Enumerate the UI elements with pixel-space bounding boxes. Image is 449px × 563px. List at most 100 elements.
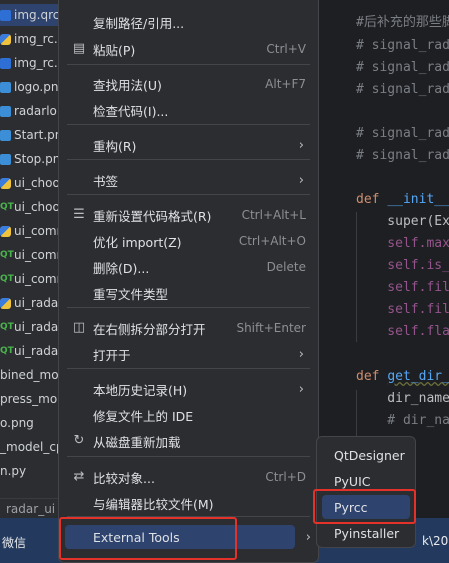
project-file-item[interactable]: o.png xyxy=(0,412,60,434)
menu-item[interactable]: 查找用法(U) Alt+F7 xyxy=(59,72,318,96)
project-file-item[interactable]: QT ui_choo xyxy=(0,196,60,218)
project-file-item[interactable]: QT ui_comr xyxy=(0,244,60,266)
menu-item[interactable]: ☰ 重新设置代码格式(R) Ctrl+Alt+L xyxy=(59,203,318,227)
menu-item[interactable]: 与编辑器比较文件(M) xyxy=(59,491,318,515)
menu-item[interactable]: 检查代码(I)... xyxy=(59,98,318,122)
project-file-item[interactable]: ui_choo xyxy=(0,172,60,194)
project-file-item[interactable]: bined_mo xyxy=(0,364,60,386)
menu-item-shortcut: Ctrl+Alt+L xyxy=(241,208,306,222)
project-file-item[interactable]: QT ui_radar xyxy=(0,340,60,362)
project-file-item[interactable]: Stop.pn xyxy=(0,148,60,170)
menu-separator xyxy=(67,64,310,65)
code-line: def __init__ xyxy=(356,189,449,211)
menu-separator xyxy=(67,456,310,457)
menu-item-label: 检查代码(I)... xyxy=(93,103,169,119)
qt-ui-file-icon: QT xyxy=(0,321,14,332)
code-line: self.is_ xyxy=(356,258,449,273)
project-file-label: _model_cp xyxy=(0,440,60,454)
reformat-icon: ☰ xyxy=(73,207,85,222)
project-file-item[interactable]: n.py xyxy=(0,460,60,482)
project-file-label: img.qrc xyxy=(14,8,60,22)
qt-ui-file-icon: QT xyxy=(0,249,14,260)
menu-separator xyxy=(67,307,310,308)
qt-ui-file-icon: QT xyxy=(0,345,14,356)
qrc-file-icon xyxy=(0,9,11,21)
menu-separator xyxy=(67,368,310,369)
taskbar-path-label: k\20 xyxy=(422,534,449,548)
project-file-item[interactable]: img_rc.s xyxy=(0,52,60,74)
code-line: self.fil xyxy=(356,280,449,295)
project-file-label: ui_radar xyxy=(14,344,60,358)
split-right-icon: ◫ xyxy=(72,320,86,335)
menu-item[interactable]: ◫ 在右侧拆分部分打开 Shift+Enter xyxy=(59,316,318,340)
paste-icon: ▤ xyxy=(72,41,86,56)
submenu-item-label: QtDesigner xyxy=(334,447,405,463)
menu-item-label: 粘贴(P) xyxy=(93,42,136,58)
project-file-item[interactable]: Start.pn xyxy=(0,124,60,146)
menu-item[interactable]: 优化 import(Z) Ctrl+Alt+O xyxy=(59,229,318,253)
annotation-box-pyrcc xyxy=(313,489,416,524)
project-tree: img.qrc img_rc.p img_rc.s logo.pn radarlo Sta… xyxy=(0,0,60,518)
menu-item[interactable]: 重写文件类型 xyxy=(59,281,318,305)
project-file-item[interactable]: radarlo xyxy=(0,100,60,122)
def-keyword: def xyxy=(356,192,388,207)
qrc-file-icon xyxy=(0,57,11,69)
qt-ui-file-icon: QT xyxy=(0,201,14,212)
code-line: def get_dir_ xyxy=(356,366,449,388)
menu-item[interactable]: 打开于 › xyxy=(59,342,318,366)
project-file-label: Start.pn xyxy=(14,128,60,142)
image-file-icon xyxy=(0,81,11,93)
context-menu: ​ 复制路径/引用...▤粘贴(P)Ctrl+V查找用法(U)Alt+F7检查代… xyxy=(58,0,319,563)
menu-item[interactable]: 修复文件上的 IDE xyxy=(59,403,318,427)
project-file-label: ui_radar xyxy=(14,320,60,334)
menu-item[interactable]: ▤ 粘贴(P) Ctrl+V xyxy=(59,37,318,61)
menu-item[interactable]: ⇄ 比较对象... Ctrl+D xyxy=(59,465,318,489)
menu-item-label: 书签 xyxy=(93,173,119,189)
menu-item-label: 在右侧拆分部分打开 xyxy=(93,321,206,337)
project-file-label: n.py xyxy=(0,464,27,478)
code-line: # signal_rad xyxy=(356,38,449,53)
compare-icon: ⇄ xyxy=(73,469,85,484)
project-file-label: logo.pn xyxy=(14,80,59,94)
code-line: # signal_rad xyxy=(356,126,449,141)
project-file-item[interactable]: ui_comr xyxy=(0,220,60,242)
project-file-item[interactable]: QT ui_radar xyxy=(0,316,60,338)
taskbar-wechat-label[interactable]: 微信 xyxy=(2,534,26,551)
project-file-item[interactable]: QT ui_comr xyxy=(0,268,60,290)
project-file-label: o.png xyxy=(0,416,34,430)
menu-item[interactable]: 复制路径/引用... xyxy=(59,10,318,34)
chevron-right-icon: › xyxy=(298,346,304,362)
code-line: #后补充的那些脚 xyxy=(356,15,449,30)
project-file-item[interactable]: _model_cp xyxy=(0,436,60,458)
menu-separator xyxy=(67,194,310,195)
python-file-icon xyxy=(0,297,11,309)
project-file-item[interactable]: press_mo xyxy=(0,388,60,410)
code-line: dir_name xyxy=(356,391,449,406)
menu-item-label: 查找用法(U) xyxy=(93,77,162,93)
menu-item-label: 与编辑器比较文件(M) xyxy=(93,496,214,512)
code-line: super(Ex xyxy=(356,214,449,229)
project-file-label: bined_mo xyxy=(0,368,59,382)
submenu-item[interactable]: Pyinstaller xyxy=(322,521,410,545)
project-file-item[interactable]: logo.pn xyxy=(0,76,60,98)
submenu-item[interactable]: QtDesigner xyxy=(322,443,410,467)
menu-item[interactable]: 重构(R) › xyxy=(59,133,318,157)
menu-item-shortcut: Ctrl+Alt+O xyxy=(238,234,306,248)
image-file-icon xyxy=(0,105,11,117)
code-line: # signal_rad xyxy=(356,60,449,75)
menu-item[interactable]: 本地历史记录(H) › xyxy=(59,377,318,401)
menu-item-label: 修复文件上的 IDE xyxy=(93,408,194,424)
code-line: # dir_na xyxy=(356,413,449,428)
project-file-item[interactable]: ui_radar xyxy=(0,292,60,314)
project-file-item[interactable]: img_rc.p xyxy=(0,28,60,50)
function-name: __init__ xyxy=(387,192,449,207)
menu-item[interactable]: 删除(D)... Delete xyxy=(59,255,318,279)
menu-item[interactable]: 书签 › xyxy=(59,168,318,192)
project-file-item[interactable]: img.qrc xyxy=(0,4,60,26)
project-file-label: ui_comr xyxy=(14,224,60,238)
bottom-tab-radar-ui[interactable]: radar_ui xyxy=(0,498,60,518)
menu-item-label: 重写文件类型 xyxy=(93,286,169,302)
chevron-right-icon: › xyxy=(298,172,304,188)
menu-item[interactable]: ↻ 从磁盘重新加载 xyxy=(59,429,318,453)
project-file-label: Stop.pn xyxy=(14,152,60,166)
